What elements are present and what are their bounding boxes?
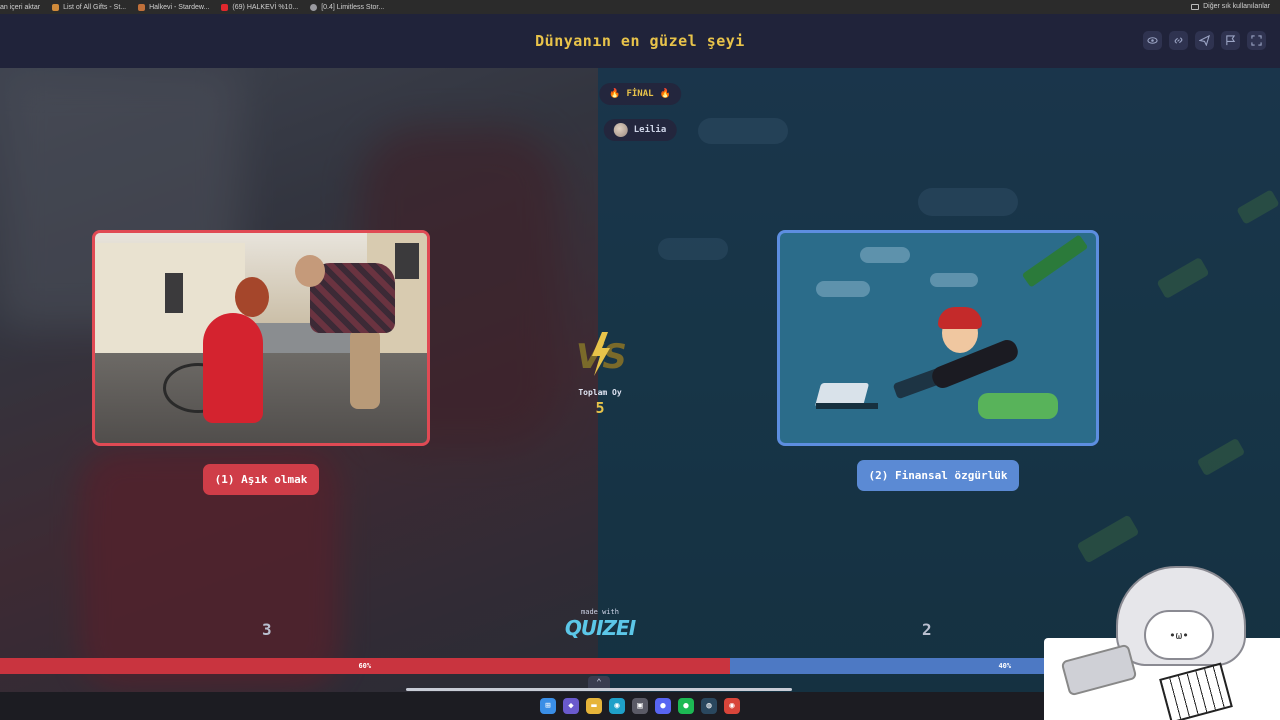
spotify-icon[interactable]: ● bbox=[678, 698, 694, 714]
bookmark-item[interactable]: (69) HALKEVİ %10... bbox=[221, 3, 299, 11]
option-card-left[interactable] bbox=[92, 230, 430, 446]
copilot-icon[interactable]: ◆ bbox=[563, 698, 579, 714]
flag-icon[interactable] bbox=[1221, 31, 1240, 50]
bookmark-label: [0.4] Limitless Stor... bbox=[321, 3, 385, 11]
round-badge: 🔥 FİNAL 🔥 bbox=[599, 83, 681, 105]
discord-icon[interactable]: ● bbox=[655, 698, 671, 714]
choice-button-right[interactable]: (2) Finansal özgürlük bbox=[857, 460, 1019, 491]
bookmark-item[interactable]: List of All Gifts - St... bbox=[52, 3, 127, 11]
bookmark-label: (69) HALKEVİ %10... bbox=[232, 3, 299, 11]
bookmark-item[interactable]: Halkevi - Stardew... bbox=[138, 3, 210, 11]
choice-button-left[interactable]: (1) Aşık olmak bbox=[203, 464, 319, 495]
other-bookmarks[interactable]: Diğer sık kullanılanlar bbox=[1191, 3, 1270, 10]
link-icon[interactable] bbox=[1169, 31, 1188, 50]
bookmark-label: Halkevi - Stardew... bbox=[149, 3, 210, 11]
bookmark-item[interactable]: an içeri aktar bbox=[0, 4, 40, 11]
avatar bbox=[613, 123, 628, 137]
edge-icon[interactable]: ◉ bbox=[609, 698, 625, 714]
fullscreen-icon[interactable] bbox=[1247, 31, 1266, 50]
made-with-label: made with bbox=[581, 608, 619, 616]
start-icon[interactable]: ⊞ bbox=[540, 698, 556, 714]
fire-icon: 🔥 bbox=[609, 89, 621, 99]
vote-count-right: 2 bbox=[922, 620, 932, 639]
bookmark-item[interactable]: [0.4] Limitless Stor... bbox=[310, 3, 385, 11]
percent-left: 60% bbox=[358, 662, 372, 670]
bookmark-label: List of All Gifts - St... bbox=[63, 3, 127, 11]
store-icon[interactable]: ▣ bbox=[632, 698, 648, 714]
option-card-right[interactable] bbox=[777, 230, 1099, 446]
app-header: Dünyanın en güzel şeyi bbox=[0, 14, 1280, 68]
fire-icon: 🔥 bbox=[659, 89, 671, 99]
vote-bar-left: 60% bbox=[0, 658, 730, 674]
header-actions bbox=[1143, 31, 1266, 50]
user-name: Leilia bbox=[633, 125, 667, 135]
user-badge[interactable]: Leilia bbox=[603, 119, 677, 141]
total-votes-label: Toplam Oy bbox=[578, 388, 622, 397]
vs-logo: VS bbox=[576, 332, 627, 377]
bookmark-label: an içeri aktar bbox=[0, 3, 41, 11]
folder-icon[interactable]: ▬ bbox=[586, 698, 602, 714]
percent-right: 40% bbox=[998, 662, 1012, 670]
bookmarks-bar: an içeri aktar List of All Gifts - St...… bbox=[0, 0, 1280, 14]
youtube-icon bbox=[221, 3, 229, 11]
favicon-icon bbox=[138, 3, 146, 11]
gear-icon bbox=[310, 3, 318, 11]
total-votes-value: 5 bbox=[595, 399, 605, 417]
page-title: Dünyanın en güzel şeyi bbox=[535, 32, 745, 50]
eye-icon[interactable] bbox=[1143, 31, 1162, 50]
avatar-face: •ω• bbox=[1144, 610, 1214, 660]
horizontal-scrollbar[interactable] bbox=[406, 688, 792, 691]
steam-icon[interactable]: ◍ bbox=[701, 698, 717, 714]
streamer-avatar-overlay: •ω• bbox=[1044, 560, 1280, 720]
send-icon[interactable] bbox=[1195, 31, 1214, 50]
folder-icon bbox=[1191, 3, 1200, 10]
round-label: FİNAL bbox=[626, 89, 654, 99]
vote-count-left: 3 bbox=[262, 620, 272, 639]
chrome-icon[interactable]: ◉ bbox=[724, 698, 740, 714]
brand-logo[interactable]: QUIZEI bbox=[553, 616, 647, 640]
other-bookmarks-label: Diğer sık kullanılanlar bbox=[1203, 3, 1270, 10]
favicon-icon bbox=[52, 3, 60, 11]
